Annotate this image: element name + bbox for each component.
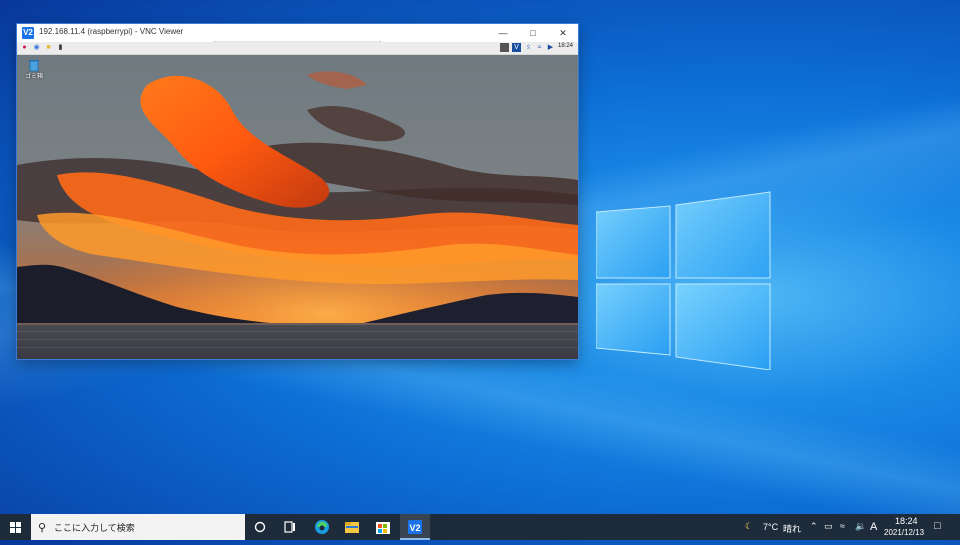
sunset-wallpaper [17,55,578,359]
file-explorer-button[interactable] [337,514,367,540]
windows-logo-wallpaper [596,191,771,370]
search-box[interactable]: ⚲ ここに入力して検索 [31,514,245,540]
vnc-viewer-window[interactable]: V2 192.168.11.4 (raspberrypi) - VNC View… [17,24,578,359]
minimize-icon: — [498,28,508,38]
weather-condition[interactable]: 晴れ [783,522,801,535]
cpu-monitor-icon[interactable] [500,43,509,52]
battery-icon[interactable]: ▭ [824,521,833,532]
cortana-icon [254,521,266,533]
close-icon: ✕ [559,28,567,38]
task-view-icon [284,521,295,533]
close-button[interactable]: ✕ [548,24,578,42]
edge-button[interactable] [307,514,337,540]
pi-clock[interactable]: 18:24 [558,43,573,49]
maximize-icon: □ [530,28,536,38]
minimize-button[interactable]: — [488,24,518,42]
bluetooth-icon[interactable]: ᛟ [524,43,533,52]
wifi-icon[interactable]: ≈ [535,43,544,52]
vnc-viewer-taskbar-button[interactable]: V2 [400,514,430,540]
cortana-button[interactable] [245,514,275,540]
trash-icon[interactable] [27,58,41,72]
weather-temp[interactable]: 7°C [763,522,778,532]
remote-desktop[interactable]: ゴミ箱 [17,55,578,359]
svg-text:V2: V2 [409,523,420,533]
volume-icon[interactable]: 🔉 [855,521,866,532]
raspberry-menu-icon[interactable]: ● [20,43,29,52]
raspberrypi-panel: ● ◉ ■ ▮ V ᛟ ≈ ▶ 18:24 [17,42,578,55]
start-button[interactable] [0,514,31,540]
file-manager-icon[interactable]: ■ [44,43,53,52]
edge-icon [315,520,329,534]
taskbar-date[interactable]: 2021/12/13 [884,528,924,537]
vnc-titlebar[interactable]: V2 192.168.11.4 (raspberrypi) - VNC View… [17,24,578,42]
file-explorer-icon [345,522,359,533]
taskbar: ⚲ ここに入力して検索 V2 ☾ 7°C 晴れ ⌃ ▭ ≈ 🔉 A 18:24 … [0,514,960,540]
chevron-up-icon[interactable]: ⌃ [810,521,818,532]
windows-start-icon [10,522,21,533]
task-view-button[interactable] [275,514,305,540]
terminal-icon[interactable]: ▮ [56,43,65,52]
vnc-app-icon: V2 [22,27,34,39]
network-icon[interactable]: ≈ [840,521,845,531]
vnc-viewer-icon: V2 [408,520,422,534]
notification-icon[interactable]: □ [934,520,941,532]
volume-icon[interactable]: ▶ [546,43,555,52]
search-icon: ⚲ [38,522,47,534]
trash-label: ゴミ箱 [25,74,44,80]
maximize-button[interactable]: □ [518,24,548,42]
browser-icon[interactable]: ◉ [32,43,41,52]
store-icon [376,522,390,534]
window-title: 192.168.11.4 (raspberrypi) - VNC Viewer [39,27,184,36]
store-button[interactable] [368,514,398,540]
vnc-icon[interactable]: V [512,43,521,52]
ime-indicator[interactable]: A [870,521,877,533]
taskbar-time[interactable]: 18:24 [895,516,918,526]
search-placeholder[interactable]: ここに入力して検索 [54,521,135,534]
weather-moon-icon[interactable]: ☾ [745,521,753,532]
